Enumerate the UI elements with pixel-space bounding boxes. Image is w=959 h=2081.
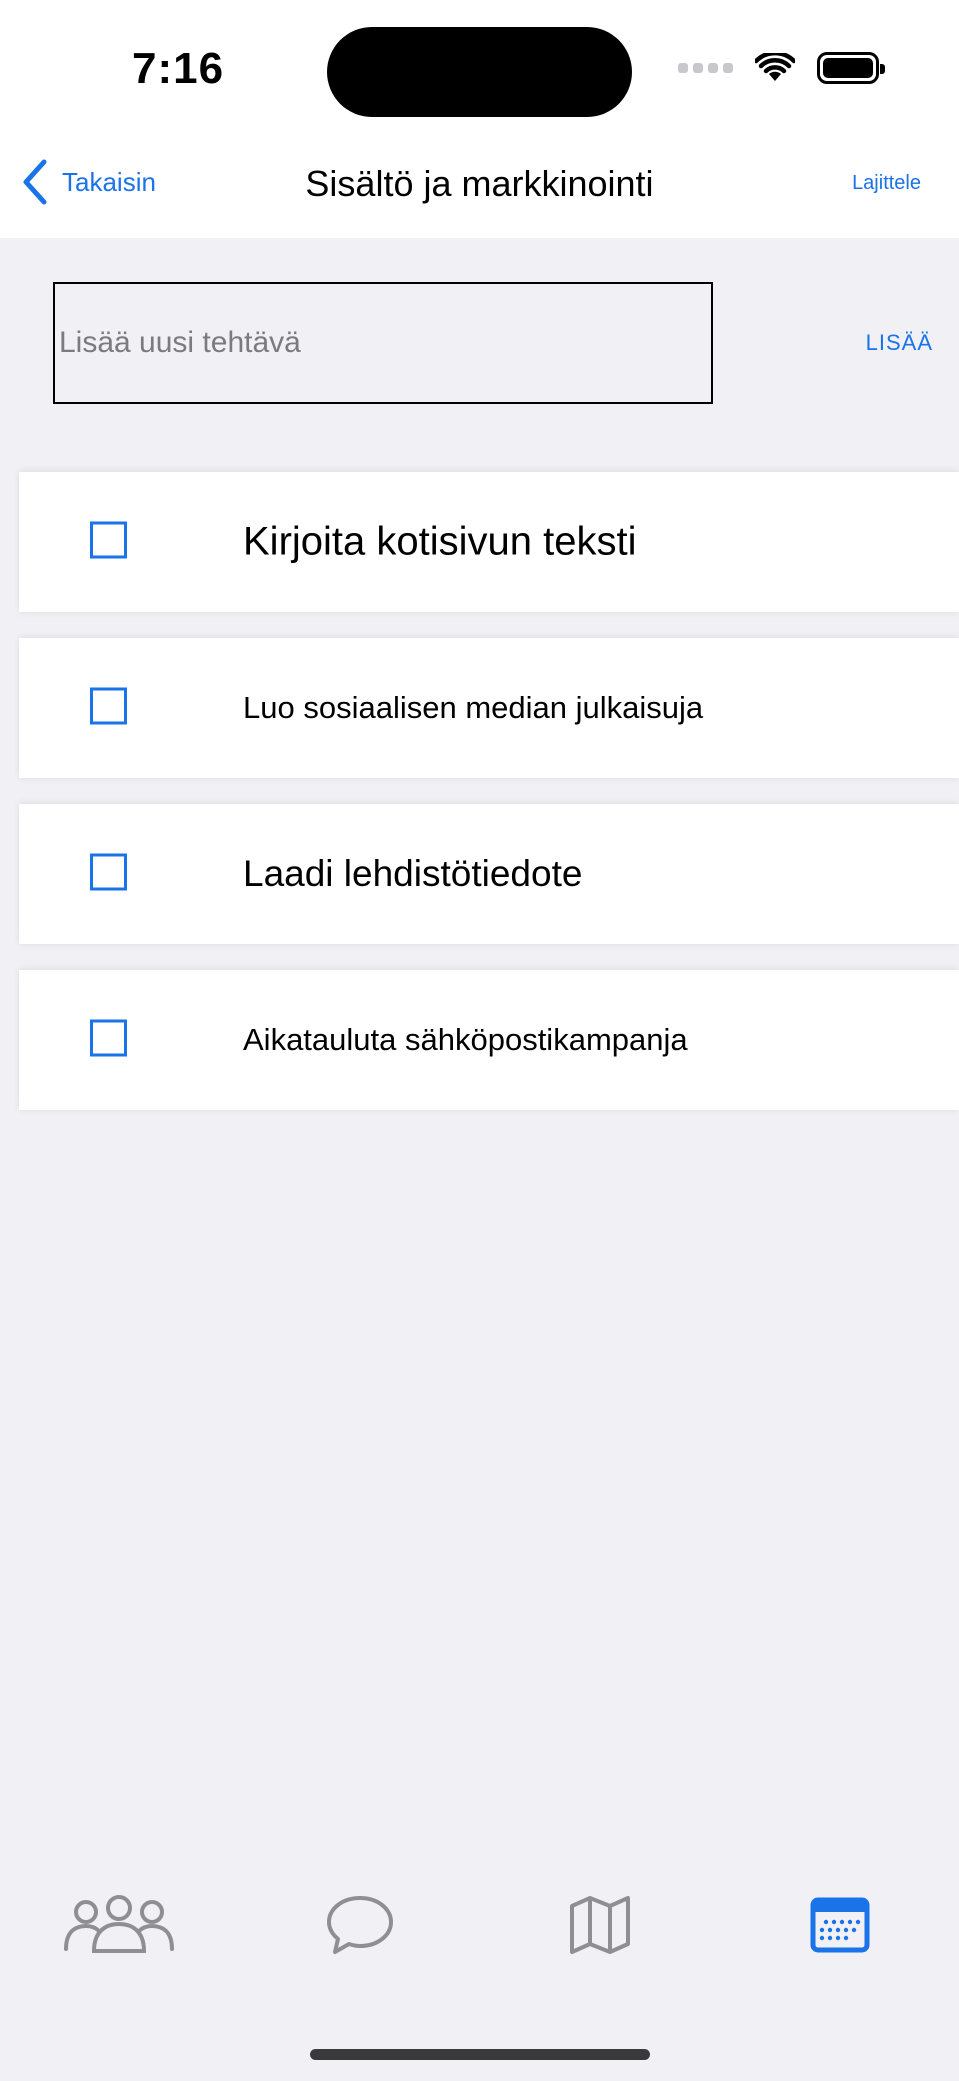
task-item: Kirjoita kotisivun teksti: [19, 472, 959, 612]
tab-map[interactable]: [540, 1870, 660, 1980]
battery-icon: [817, 52, 885, 84]
calendar-icon: [810, 1897, 870, 1953]
task-checkbox[interactable]: [90, 1019, 127, 1057]
task-checkbox[interactable]: [90, 521, 127, 559]
tab-bar: [0, 1870, 959, 1980]
task-title: Kirjoita kotisivun teksti: [243, 519, 637, 564]
tab-chat[interactable]: [300, 1870, 420, 1980]
status-time: 7:16: [132, 44, 225, 93]
dynamic-island: [327, 27, 632, 117]
chat-bubble-icon: [327, 1896, 393, 1954]
people-icon: [64, 1895, 174, 1953]
task-item: Aikatauluta sähköpostikampanja: [19, 970, 959, 1110]
home-indicator: [310, 2049, 650, 2060]
add-task-row: LISÄÄ: [0, 238, 959, 448]
task-checkbox[interactable]: [90, 853, 127, 891]
wifi-icon: [755, 53, 795, 81]
cellular-signal-icon: [678, 63, 733, 73]
task-title: Laadi lehdistötiedote: [243, 853, 583, 894]
page-title: Sisältö ja markkinointi: [305, 163, 654, 204]
add-task-button[interactable]: LISÄÄ: [866, 330, 933, 356]
tab-people[interactable]: [59, 1870, 179, 1980]
task-checkbox[interactable]: [90, 687, 127, 725]
status-icons: [678, 52, 885, 84]
screen: 7:16 Takaisin Sisältö ja markkinointi La…: [0, 0, 959, 2081]
sort-button[interactable]: Lajittele: [852, 172, 921, 195]
task-list: Kirjoita kotisivun teksti Luo sosiaalise…: [19, 472, 959, 1136]
task-title: Aikatauluta sähköpostikampanja: [243, 1022, 688, 1057]
new-task-input[interactable]: [53, 282, 713, 404]
header: 7:16 Takaisin Sisältö ja markkinointi La…: [0, 0, 959, 238]
task-item: Luo sosiaalisen median julkaisuja: [19, 638, 959, 778]
task-item: Laadi lehdistötiedote: [19, 804, 959, 944]
map-icon: [570, 1896, 630, 1954]
tab-calendar[interactable]: [780, 1870, 900, 1980]
task-title: Luo sosiaalisen median julkaisuja: [243, 690, 704, 725]
